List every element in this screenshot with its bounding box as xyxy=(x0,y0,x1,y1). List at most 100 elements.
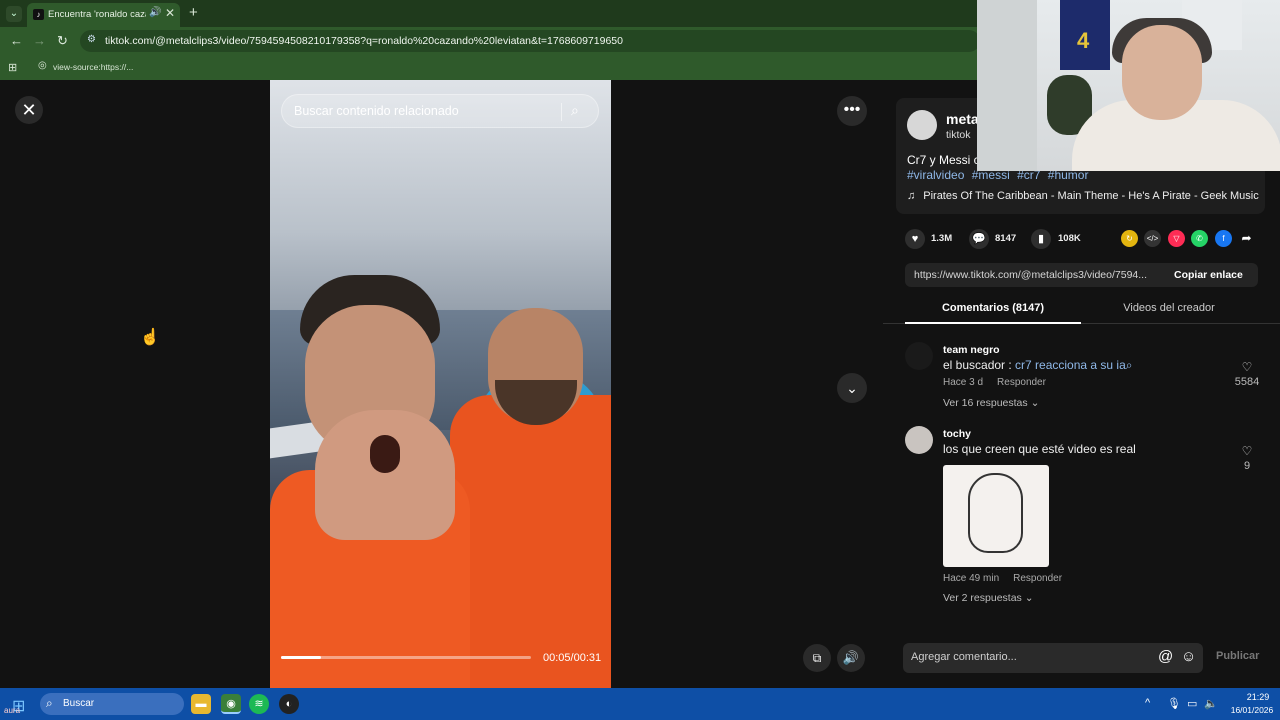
video-hands xyxy=(315,410,455,540)
apps-grid-icon[interactable]: ⊞ xyxy=(8,61,17,74)
action-bar: ♥ 1.3M 💬 8147 ▮ 108K ↻ </> ▽ ✆ f ➦ xyxy=(905,227,1265,251)
music-info[interactable]: ♫ Pirates Of The Caribbean - Main Theme -… xyxy=(907,190,1259,202)
tab-close-icon[interactable]: ✕ xyxy=(165,6,175,20)
bookmark-item[interactable]: view-source:https://... xyxy=(53,62,133,72)
view-replies-button[interactable]: Ver 16 respuestas ⌄ xyxy=(943,397,1039,409)
avatar[interactable] xyxy=(905,426,933,454)
volume-icon[interactable]: 🔊 xyxy=(837,644,865,672)
browser-tab[interactable]: ♪ Encuentra 'ronaldo cazando 🔊 ✕ xyxy=(27,3,180,27)
avatar[interactable] xyxy=(905,342,933,370)
speaker-icon[interactable]: 🔈 xyxy=(1204,697,1218,710)
video-time: 00:05/00:31 xyxy=(543,652,602,664)
comment-item: team negro el buscador : cr7 reacciona a… xyxy=(905,342,1260,416)
aura-label: aura xyxy=(4,706,21,715)
reply-button[interactable]: Responder xyxy=(997,377,1046,388)
clock-date[interactable]: 16/01/2026 xyxy=(1226,705,1278,715)
comment-like-count: 5584 xyxy=(1234,376,1260,388)
details-panel: meta tiktok Cr7 y Messi c #viralvideo #m… xyxy=(883,80,1280,688)
comment-input[interactable]: Agregar comentario... @ ☺ xyxy=(903,643,1203,673)
video-player[interactable]: Buscar contenido relacionado ⌕ 00:05/00:… xyxy=(270,80,611,688)
close-icon[interactable]: ✕ xyxy=(15,96,43,124)
comment-text-prefix: el buscador : xyxy=(943,358,1016,372)
floating-player-icon[interactable]: ⧉ xyxy=(803,644,831,672)
comment-icon[interactable]: 💬 xyxy=(969,229,989,249)
bookmark-icon[interactable]: ▮ xyxy=(1031,229,1051,249)
music-note-icon: ♫ xyxy=(907,190,916,202)
like-icon[interactable]: ♥ xyxy=(905,229,925,249)
emoji-icon[interactable]: ☺ xyxy=(1181,648,1196,665)
spotify-icon[interactable]: ≋ xyxy=(249,694,269,714)
copy-link-box: https://www.tiktok.com/@metalclips3/vide… xyxy=(905,263,1258,287)
share-icon[interactable]: ➦ xyxy=(1238,230,1255,247)
reload-icon[interactable]: ↻ xyxy=(57,33,68,49)
comment-image[interactable] xyxy=(943,465,1049,567)
embed-icon[interactable]: </> xyxy=(1144,230,1161,247)
url-field[interactable]: ⚙ tiktok.com/@metalclips3/video/75945945… xyxy=(80,30,980,52)
back-icon[interactable]: ← xyxy=(10,33,23,48)
forward-icon[interactable]: → xyxy=(33,33,46,48)
video-mouth xyxy=(370,435,400,473)
mention-icon[interactable]: @ xyxy=(1158,648,1173,665)
repost-icon[interactable]: ↻ xyxy=(1121,230,1138,247)
video-link[interactable]: https://www.tiktok.com/@metalclips3/vide… xyxy=(914,269,1160,281)
copy-link-button[interactable]: Copiar enlace xyxy=(1174,269,1243,281)
reply-button[interactable]: Responder xyxy=(1013,573,1062,584)
view-replies-button[interactable]: Ver 2 respuestas ⌄ xyxy=(943,592,1034,604)
avatar[interactable] xyxy=(907,110,937,140)
comment-username[interactable]: team negro xyxy=(943,344,1000,356)
globe-icon: ◎ xyxy=(38,60,47,71)
tab-search-button[interactable]: ⌄ xyxy=(6,6,22,22)
taskbar-search-input[interactable]: ⌕ Buscar xyxy=(40,693,184,715)
heart-icon[interactable]: ♡ xyxy=(1232,444,1262,458)
like-count: 1.3M xyxy=(931,233,953,244)
whatsapp-icon[interactable]: ✆ xyxy=(1191,230,1208,247)
file-explorer-icon[interactable]: ▬ xyxy=(191,694,211,714)
search-icon[interactable]: ⌕ xyxy=(571,102,579,119)
send-icon[interactable]: ▽ xyxy=(1168,230,1185,247)
comment-time: Hace 3 d xyxy=(943,377,984,388)
taskbar-search-placeholder: Buscar xyxy=(63,698,95,709)
hashtag-link[interactable]: #viralvideo xyxy=(907,168,964,182)
comment-username[interactable]: tochy xyxy=(943,428,971,440)
chevron-down-icon[interactable]: ⌄ xyxy=(837,373,867,403)
chevron-down-icon: ⌄ xyxy=(1024,592,1034,604)
tab-creator-videos[interactable]: Videos del creador xyxy=(1081,302,1257,324)
comment-search-link[interactable]: cr7 reacciona a su ia xyxy=(1015,358,1126,372)
tiktok-icon: ♪ xyxy=(33,9,44,20)
heart-icon[interactable]: ♡ xyxy=(1232,360,1262,374)
comment-time: Hace 49 min xyxy=(943,573,1000,584)
chevron-up-icon[interactable]: ^ xyxy=(1145,697,1150,709)
related-search-input[interactable]: Buscar contenido relacionado ⌕ xyxy=(281,94,599,128)
comment-count: 8147 xyxy=(995,233,1017,244)
tab-comments[interactable]: Comentarios (8147) xyxy=(905,302,1081,324)
post-description: Cr7 y Messi c xyxy=(907,153,980,167)
comment-placeholder: Agregar comentario... xyxy=(911,651,1017,663)
audio-icon[interactable]: 🔊 xyxy=(149,7,161,18)
more-options-icon[interactable]: ••• xyxy=(837,96,867,126)
clock-time[interactable]: 21:29 xyxy=(1240,692,1276,702)
microphone-icon[interactable]: 🎙 xyxy=(1167,697,1181,710)
save-count: 108K xyxy=(1058,233,1081,244)
webcam-person-face xyxy=(1122,25,1202,120)
comment-like-count: 9 xyxy=(1243,460,1251,472)
music-title: Pirates Of The Caribbean - Main Theme - … xyxy=(923,190,1259,202)
chevron-down-icon: ⌄ xyxy=(1030,397,1040,409)
author-name[interactable]: meta xyxy=(946,111,979,127)
comment-tabs: Comentarios (8147) Videos del creador xyxy=(883,298,1280,324)
tiktok-page: ✕ ☝ Buscar contenido relacionado ⌕ 00:05… xyxy=(0,80,1280,688)
comment-text: los que creen que esté video es real xyxy=(943,442,1136,456)
divider xyxy=(561,103,562,121)
site-info-icon[interactable]: ⚙ xyxy=(87,34,96,45)
tab-title: Encuentra 'ronaldo cazando xyxy=(48,9,146,20)
facebook-icon[interactable]: f xyxy=(1215,230,1232,247)
video-progress-bar[interactable] xyxy=(281,656,531,659)
app-icon[interactable]: ◐ xyxy=(279,694,299,714)
comment-meta: Hace 49 min Responder xyxy=(943,573,1062,584)
network-icon[interactable]: ▭ xyxy=(1187,697,1197,710)
chrome-icon[interactable]: ◉ xyxy=(221,694,241,714)
webcam-overlay: 4 xyxy=(977,0,1280,171)
publish-button[interactable]: Publicar xyxy=(1216,650,1259,662)
video-life-vest xyxy=(450,395,611,688)
search-placeholder: Buscar contenido relacionado xyxy=(294,104,459,118)
new-tab-button[interactable]: + xyxy=(189,4,198,21)
